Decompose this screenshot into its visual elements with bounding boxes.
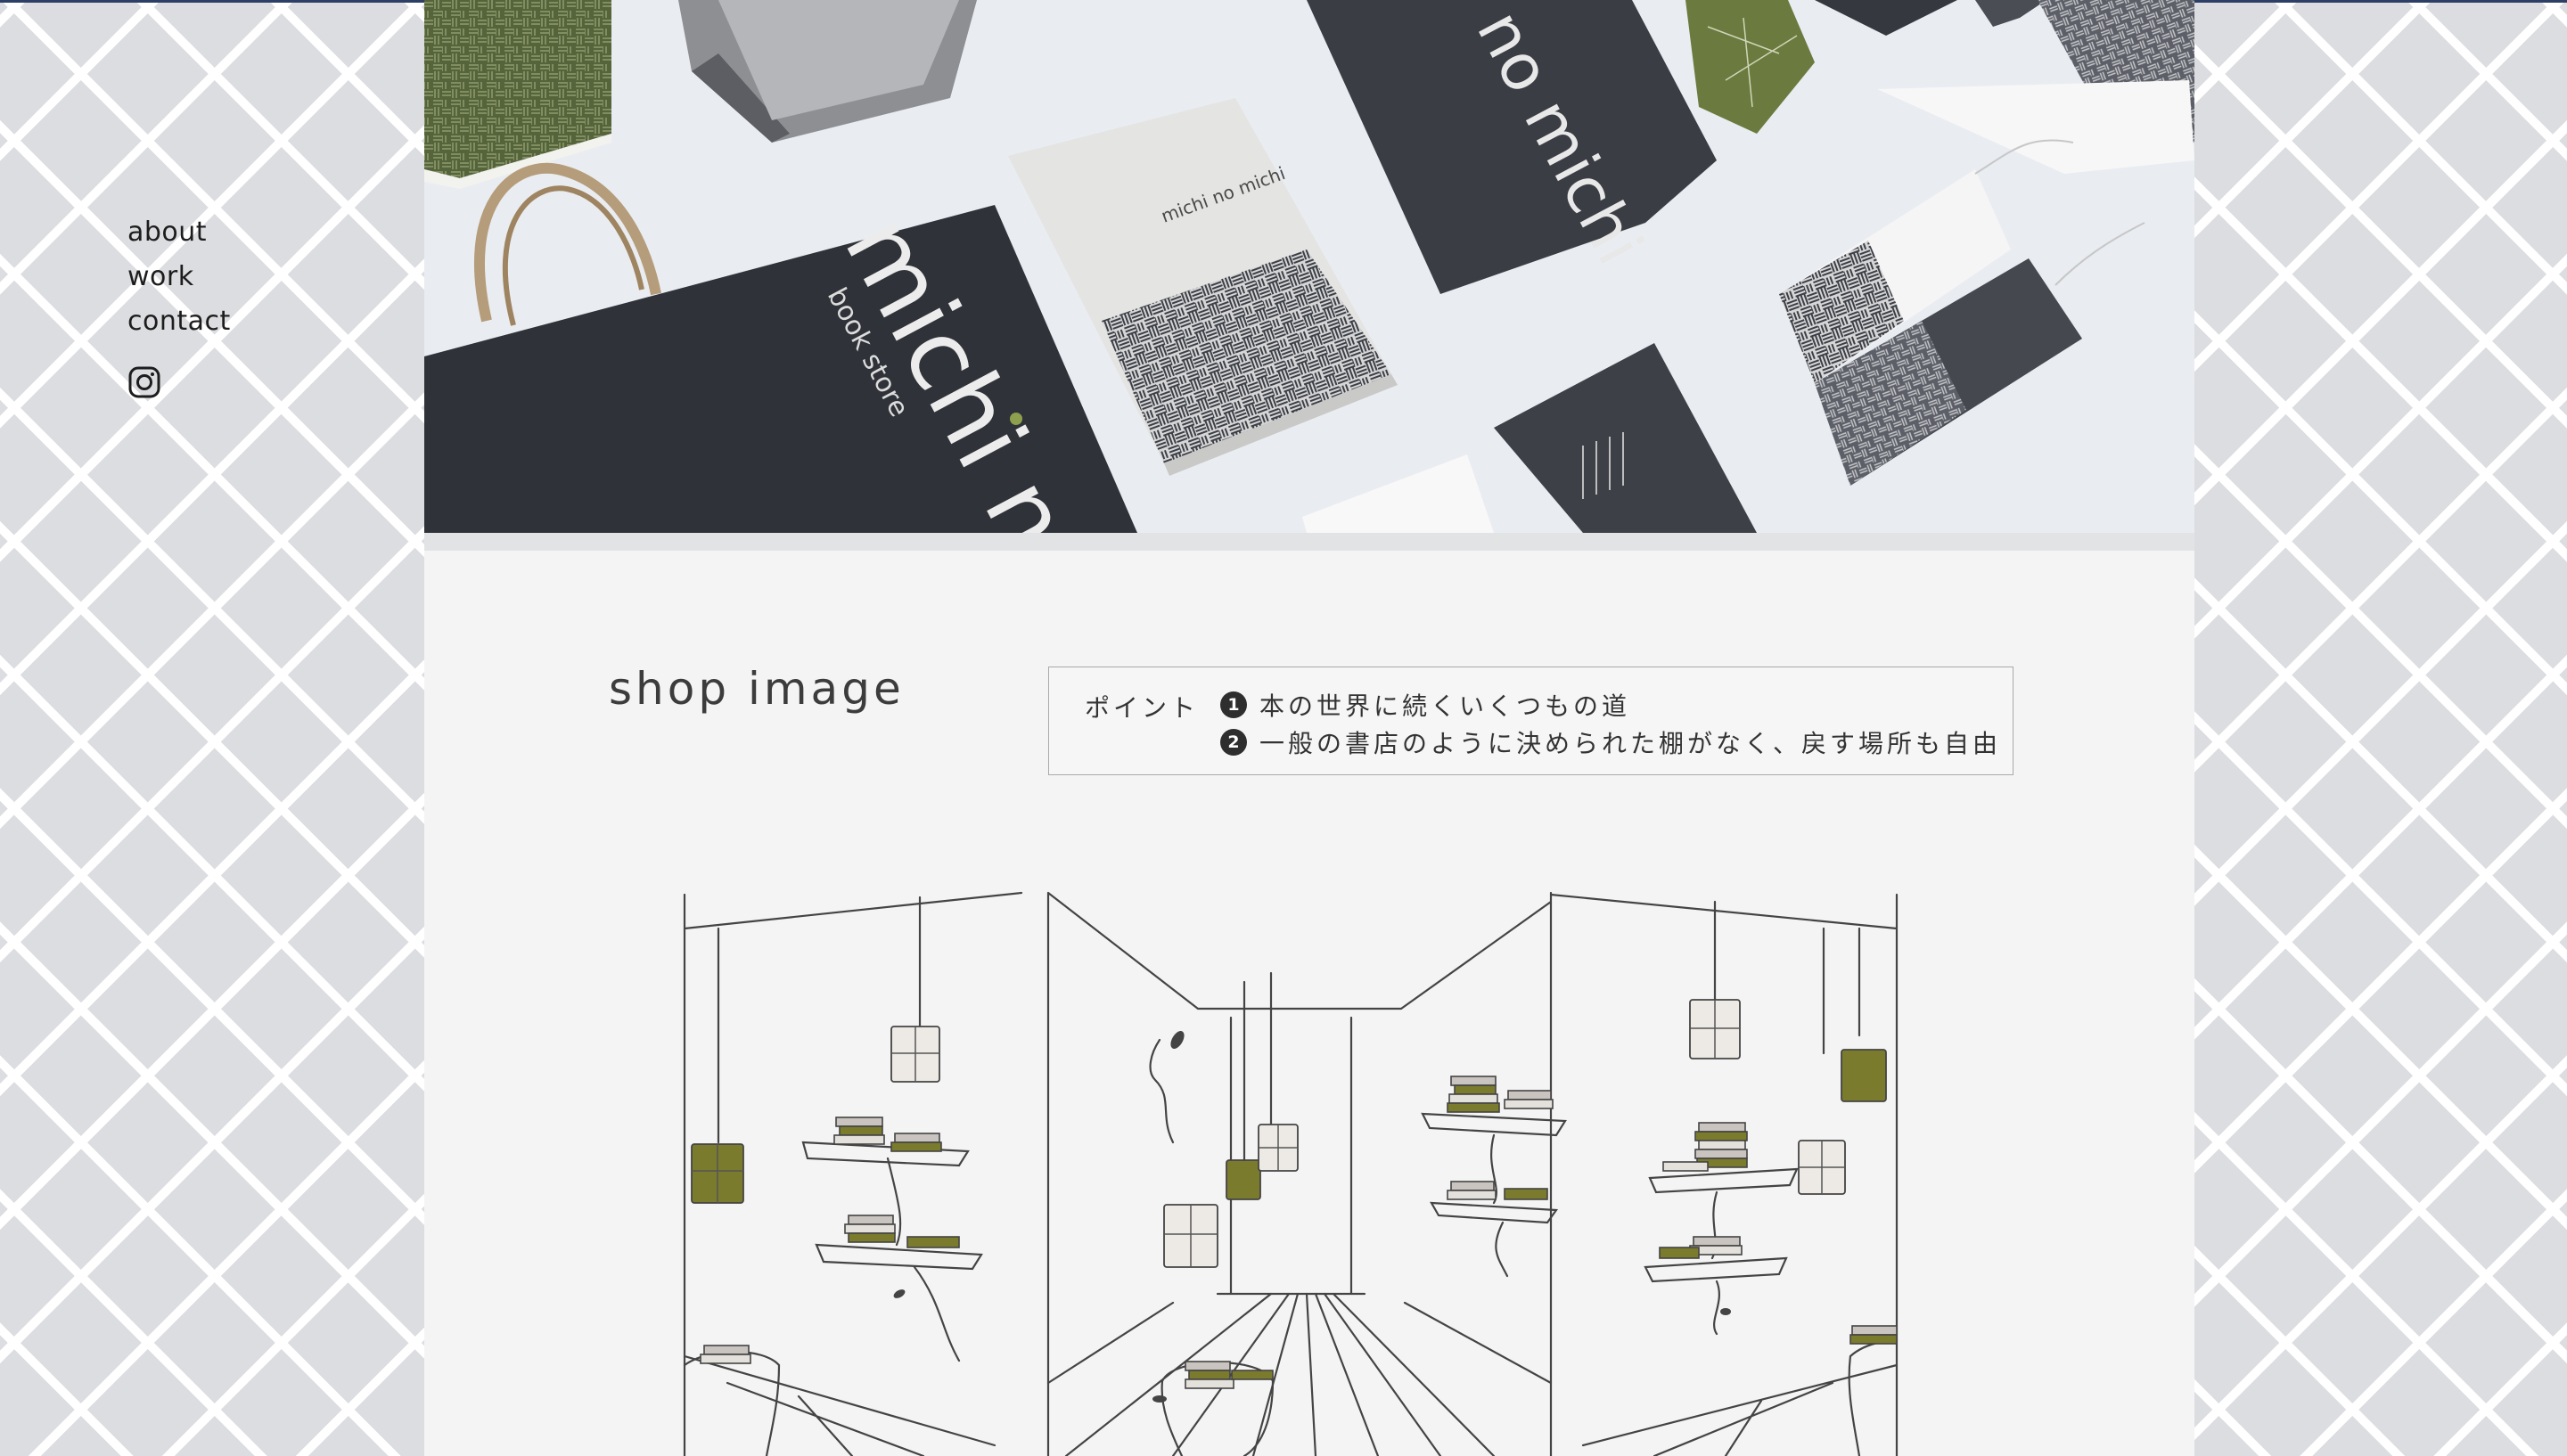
point-item: 1 本の世界に続くいくつもの道 [1220, 687, 1630, 723]
nav-about-link[interactable]: about [127, 210, 231, 255]
hero-divider [424, 533, 2194, 551]
shop-image-section: shop image ポイント 1 本の世界に続くいくつもの道 2 一般の書店の… [424, 551, 2194, 1456]
point-label: ポイント [1085, 693, 1200, 723]
point-text: 本の世界に続くいくつもの道 [1259, 691, 1631, 721]
point-box: ポイント 1 本の世界に続くいくつもの道 2 一般の書店のように決められた棚がな… [1048, 667, 2013, 775]
nav-contact-link[interactable]: contact [127, 299, 231, 344]
point-number-badge: 2 [1220, 729, 1247, 756]
shop-image-title: shop image [609, 663, 905, 715]
point-number-badge: 1 [1220, 691, 1247, 718]
hanging-book-olive [1841, 1049, 1887, 1102]
hero-image: no michi michi no book store michi no mi… [424, 0, 2194, 533]
main-nav: about work contact [127, 210, 231, 399]
instagram-icon[interactable] [127, 365, 161, 399]
point-text: 一般の書店のように決められた棚がなく、戻す場所も自由 [1259, 729, 2002, 758]
branding-mockup-photo: no michi michi no book store michi no mi… [424, 0, 2194, 533]
nav-work-link[interactable]: work [127, 255, 231, 299]
shop-illustration [683, 891, 1899, 1456]
point-item: 2 一般の書店のように決められた棚がなく、戻す場所も自由 [1220, 724, 2001, 760]
hanging-book-olive [1226, 1159, 1261, 1200]
